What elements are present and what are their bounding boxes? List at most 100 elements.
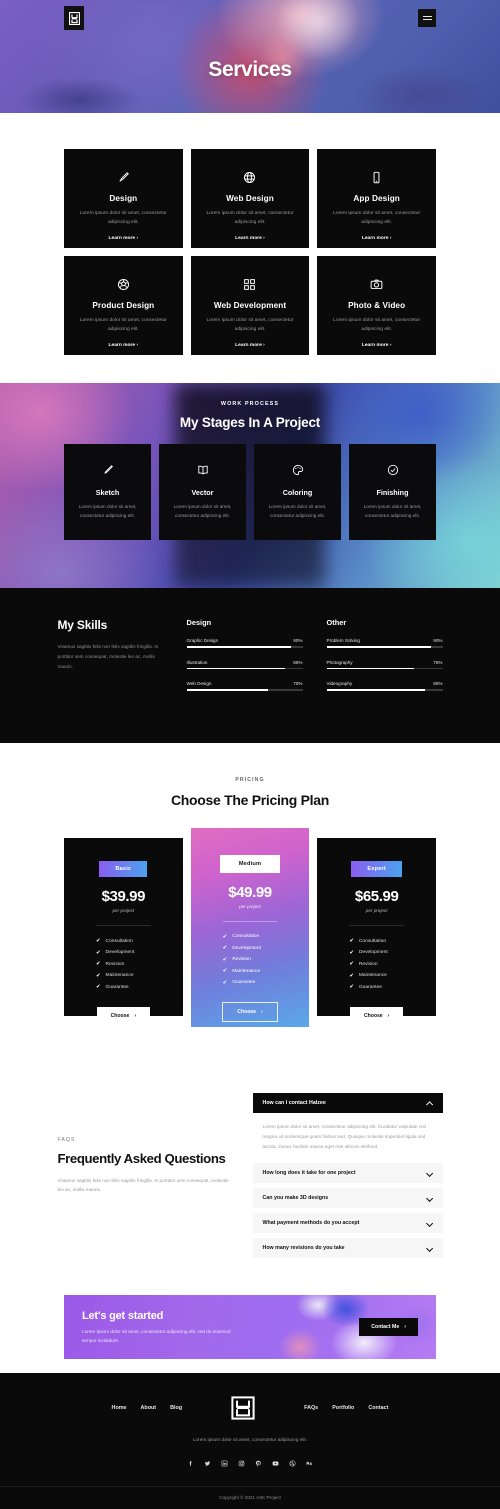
page-title: Services [208,58,292,81]
service-card[interactable]: Design Lorem ipsum dolor sit amet, conse… [64,149,183,248]
twitter-icon[interactable] [204,1460,212,1468]
pinterest-icon[interactable] [255,1460,263,1468]
mobile-icon [327,167,426,187]
youtube-icon[interactable] [272,1460,280,1468]
process-description: Lorem ipsum dolor sit amet, consectetur … [173,504,232,518]
choose-plan-button[interactable]: Choose › [349,1006,404,1025]
skills-intro: My Skills Vivamus sagittis felis non fel… [58,618,163,703]
process-card[interactable]: Coloring Lorem ipsum dolor sit amet, con… [254,444,341,540]
service-card[interactable]: Photo & Video Lorem ipsum dolor sit amet… [317,256,436,355]
choose-plan-button[interactable]: Choose › [96,1006,151,1025]
hamburger-menu-button[interactable] [418,9,436,27]
check-icon: ✔ [222,979,228,986]
skill-fill [186,689,268,691]
service-card[interactable]: Product Design Lorem ipsum dolor sit ame… [64,256,183,355]
service-description: Lorem ipsum dolor sit amet, consectetur … [333,211,421,226]
process-card[interactable]: Sketch Lorem ipsum dolor sit amet, conse… [64,444,151,540]
pencil-icon [72,460,143,480]
behance-icon[interactable] [306,1460,314,1468]
check-icon: ✔ [349,972,354,979]
social-links [0,1460,500,1468]
section-label: PRICING [235,776,265,783]
service-title: Product Design [92,301,155,310]
check-icon: ✔ [96,984,101,991]
contact-me-button[interactable]: Contact Me › [359,1318,418,1337]
service-card[interactable]: Web Design Lorem ipsum dolor sit amet, c… [190,149,310,248]
faq-question[interactable]: How long does it take for one project [253,1163,443,1183]
faq-question[interactable]: Can you make 3D designs [253,1188,443,1208]
faq-question-text: How long does it take for one project [262,1170,356,1177]
learn-more-link[interactable]: Learn more › [201,236,300,241]
process-card[interactable]: Vector Lorem ipsum dolor sit amet, conse… [159,444,246,540]
learn-more-link[interactable]: Learn more › [327,236,426,241]
instagram-icon[interactable] [238,1460,246,1468]
service-title: App Design [353,194,400,203]
skill-track [326,689,443,691]
linkedin-icon[interactable] [221,1460,229,1468]
open-book-icon [167,460,238,480]
pricing-card-basic[interactable]: Basic $39.99 per project ✔ Consultation ✔… [64,838,183,1025]
grid-squares-icon [201,274,300,294]
skill-fill [326,667,414,670]
faq-item[interactable]: How many revisions do you take [252,1238,443,1259]
service-title: Design [109,194,138,203]
service-card[interactable]: Web Development Lorem ipsum dolor sit am… [190,256,310,355]
process-description: Lorem ipsum dolor sit amet, consectetur … [268,504,327,518]
service-description: Lorem ipsum dolor sit amet, consectetur … [333,318,421,333]
soccer-ball-icon [74,274,173,294]
faq-item[interactable]: What payment methods do you accept [252,1213,443,1234]
chevron-down-icon [427,1220,433,1226]
footer-link-contact[interactable]: Contact [368,1405,388,1411]
skill-value: 90% [433,638,443,643]
plan-feature: ✔ Maintenance [349,972,387,979]
process-title: Coloring [282,488,313,497]
footer-link-blog[interactable]: Blog [170,1405,182,1411]
services-page: Services Design Lorem ipsum dolor sit am… [0,0,500,1509]
pricing-card-expert[interactable]: Expert $65.99 per project ✔ Consultation … [317,838,436,1025]
faq-item[interactable]: Can you make 3D designs [252,1188,443,1209]
section-label: WORK PROCESS [220,401,280,407]
plan-period: per project [112,908,135,914]
palette-icon [262,460,333,480]
learn-more-link[interactable]: Learn more › [74,236,173,241]
skill-value: 85% [293,659,303,665]
dribbble-icon[interactable] [289,1460,297,1468]
faq-question-text: How many revisions do you take [262,1245,345,1252]
learn-more-link[interactable]: Learn more › [327,343,426,348]
site-logo[interactable] [64,6,84,30]
footer-logo[interactable] [230,1395,256,1421]
plan-features: ✔ Consultation ✔ Development ✔ Revision ✔ Ma… [329,938,424,990]
plan-features: ✔ Consultation ✔ Development ✔ Revision ✔ Ma… [203,934,298,986]
plan-feature: ✔ Consultation [222,933,260,940]
service-card[interactable]: App Design Lorem ipsum dolor sit amet, c… [317,149,436,248]
plan-period: per project [239,903,261,909]
learn-more-link[interactable]: Learn more › [201,343,300,348]
cta-section: Let's get started Lorem ipsum dolor sit … [0,1289,500,1360]
skill-label: Illustration [186,659,208,665]
process-description: Lorem ipsum dolor sit amet, consectetur … [78,504,137,518]
learn-more-link[interactable]: Learn more › [74,343,173,348]
footer-link-faqs[interactable]: FAQs [304,1405,318,1411]
process-card[interactable]: Finishing Lorem ipsum dolor sit amet, co… [349,444,436,540]
plan-features: ✔ Consultation ✔ Development ✔ Revision ✔ Ma… [76,938,171,990]
pricing-card-medium[interactable]: Medium $49.99 per project ✔ Consultation … [190,827,310,1027]
work-process-section: WORK PROCESS My Stages In A Project Sket… [0,383,500,588]
choose-plan-button[interactable]: Choose › [222,1002,278,1023]
service-title: Web Design [226,194,274,203]
footer-description: Lorem ipsum dolor sit amet, consectetur … [192,1437,308,1443]
footer-link-home[interactable]: Home [112,1405,127,1411]
faq-question[interactable]: How can I contact Halzee [252,1092,443,1113]
footer-link-about[interactable]: About [141,1405,157,1411]
skills-column-title: Design [186,618,212,627]
faq-question[interactable]: How many revisions do you take [253,1238,443,1258]
faq-item[interactable]: How can I contact Halzee Lorem ipsum dol… [252,1092,443,1163]
faq-item[interactable]: How long does it take for one project [252,1163,443,1184]
divider [349,925,404,927]
facebook-icon[interactable] [187,1460,195,1468]
skill-track [326,646,443,648]
plan-feature: ✔ Consultation [349,938,387,945]
copyright-text: Copyright © 2021 ASK Project [0,1485,500,1509]
plan-feature: ✔ Revision [222,956,251,963]
footer-link-portfolio[interactable]: Portfolio [332,1405,354,1411]
faq-question[interactable]: What payment methods do you accept [253,1213,443,1233]
